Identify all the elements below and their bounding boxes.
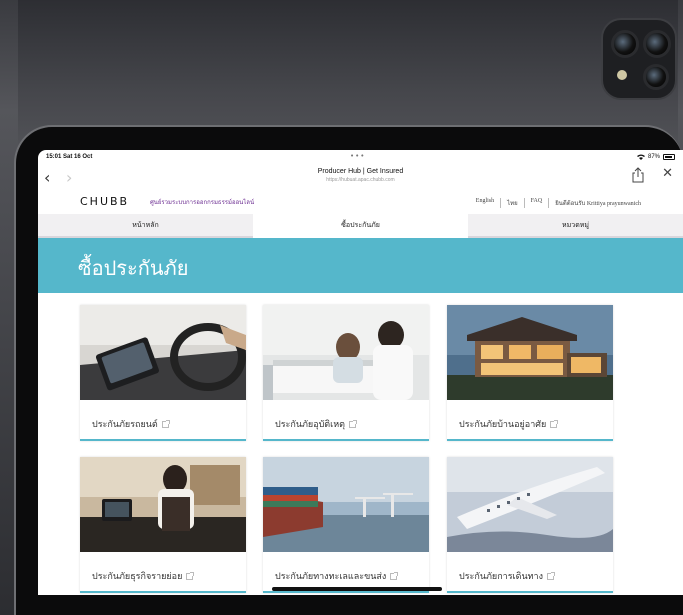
battery-icon [663, 154, 675, 160]
card-accent-line [80, 439, 246, 441]
product-card-sme[interactable]: ประกันภัยธุรกิจรายย่อย [80, 457, 246, 593]
header-links: English ไทย FAQ ยินดีต้อนรับ Krittiya pr… [470, 198, 647, 208]
main-nav: หน้าหลัก ซื้อประกันภัย หมวดหมู่ [38, 214, 683, 238]
camera-flash-icon [617, 70, 627, 80]
external-link-icon [390, 572, 399, 580]
product-label: ประกันภัยการเดินทาง [459, 569, 555, 583]
camera-lens-icon [643, 64, 669, 90]
camera-module [601, 18, 677, 100]
share-icon[interactable] [631, 167, 645, 183]
camera-lens-icon [643, 30, 671, 58]
hospital-image [263, 305, 429, 400]
house-image [447, 305, 613, 400]
product-name: ประกันภัยรถยนต์ [92, 420, 158, 430]
page-title: Producer Hub | Get Insured [317, 168, 404, 175]
status-bar: 15:01 Sat 16 Oct ••• 87% [38, 150, 683, 164]
external-link-icon [546, 572, 555, 580]
product-label: ประกันภัยรถยนต์ [92, 417, 170, 431]
product-name: ประกันภัยธุรกิจรายย่อย [92, 572, 183, 582]
hero-title: ซื้อประกันภัย [78, 256, 189, 280]
battery-percent: 87% [647, 154, 660, 160]
wifi-icon [636, 154, 645, 160]
product-card-home[interactable]: ประกันภัยบ้านอยู่อาศัย [447, 305, 613, 441]
card-accent-line [263, 439, 429, 441]
status-indicators: 87% [636, 154, 675, 160]
external-link-icon [161, 420, 170, 428]
external-link-icon [550, 420, 559, 428]
external-link-icon [186, 572, 195, 580]
airplane-image [447, 457, 613, 552]
close-icon[interactable]: ✕ [662, 166, 673, 181]
status-time: 15:01 Sat 16 Oct [46, 154, 93, 160]
camera-lens-icon [611, 30, 639, 58]
card-accent-line [80, 591, 246, 593]
product-label: ประกันภัยธุรกิจรายย่อย [92, 569, 195, 583]
tablet-screen: 15:01 Sat 16 Oct ••• 87% ‹ › Producer Hu… [38, 150, 683, 595]
logo-tagline: ศูนย์รวมระบบการออกกรมธรรม์ออนไลน์ [150, 199, 255, 206]
product-name: ประกันภัยการเดินทาง [459, 572, 543, 582]
product-card-marine[interactable]: ประกันภัยทางทะเลและขนส่ง [263, 457, 429, 593]
site-header: CHUBB ศูนย์รวมระบบการออกกรมธรรม์ออนไลน์ … [38, 192, 683, 214]
card-accent-line [263, 591, 429, 593]
product-name: ประกันภัยทางทะเลและขนส่ง [275, 572, 387, 582]
product-label: ประกันภัยบ้านอยู่อาศัย [459, 417, 559, 431]
multitask-dots-icon[interactable]: ••• [350, 152, 365, 160]
product-card-accident[interactable]: ประกันภัยอุบัติเหตุ [263, 305, 429, 441]
home-indicator[interactable] [272, 587, 442, 591]
language-thai-link[interactable]: ไทย [501, 198, 525, 208]
chubb-logo[interactable]: CHUBB [80, 195, 129, 208]
product-label: ประกันภัยอุบัติเหตุ [275, 417, 358, 431]
product-card-travel[interactable]: ประกันภัยการเดินทาง [447, 457, 613, 593]
tab-home[interactable]: หน้าหลัก [38, 214, 253, 238]
card-accent-line [447, 591, 613, 593]
browser-toolbar: ‹ › Producer Hub | Get Insured https://h… [38, 164, 683, 194]
page-url[interactable]: https://hubuat.apac.chubb.com [38, 177, 683, 183]
shop-image [80, 457, 246, 552]
language-english-link[interactable]: English [470, 198, 502, 208]
product-card-motor[interactable]: ประกันภัยรถยนต์ [80, 305, 246, 441]
tab-categories[interactable]: หมวดหมู่ [468, 214, 683, 238]
cargo-ship-image [263, 457, 429, 552]
product-name: ประกันภัยบ้านอยู่อาศัย [459, 420, 547, 430]
hero-banner: ซื้อประกันภัย [38, 238, 683, 293]
tab-buy-insurance[interactable]: ซื้อประกันภัย [253, 214, 468, 238]
product-name: ประกันภัยอุบัติเหตุ [275, 420, 346, 430]
external-link-icon [349, 420, 358, 428]
welcome-user[interactable]: ยินดีต้อนรับ Krittiya prayunwanich [549, 198, 647, 208]
card-accent-line [447, 439, 613, 441]
faq-link[interactable]: FAQ [525, 198, 550, 208]
car-interior-image [80, 305, 246, 400]
product-label: ประกันภัยทางทะเลและขนส่ง [275, 569, 399, 583]
